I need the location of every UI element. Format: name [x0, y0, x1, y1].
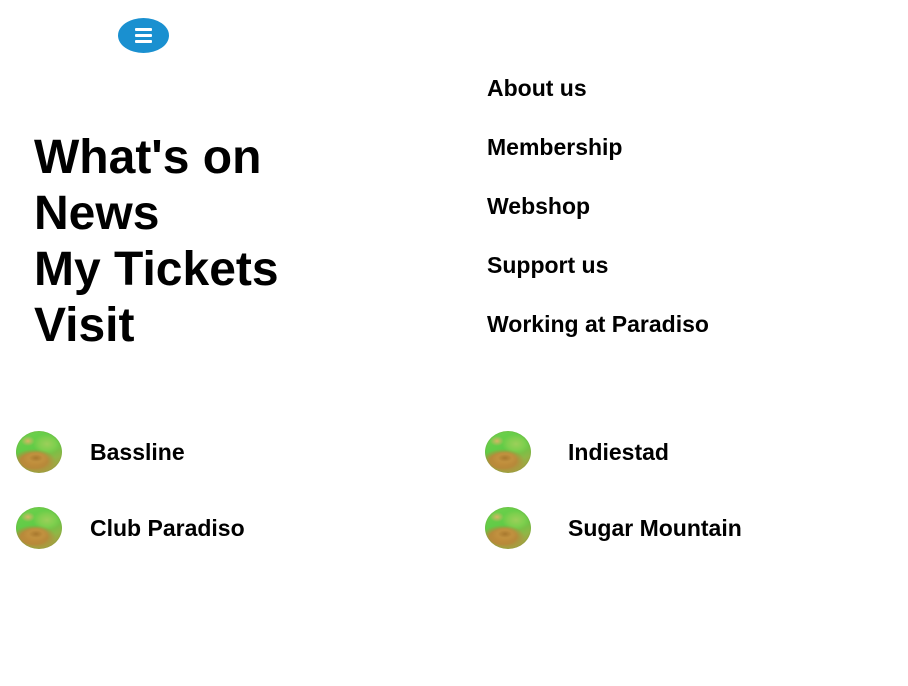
nav-link-about-us[interactable]: About us	[487, 71, 709, 106]
hamburger-menu-icon	[135, 28, 152, 43]
primary-nav-item: News	[34, 186, 279, 242]
primary-nav-item: Visit	[34, 298, 279, 354]
nav-link-working-at-paradiso[interactable]: Working at Paradiso	[487, 307, 709, 342]
nav-link-whats-on[interactable]: What's on	[34, 130, 279, 186]
programme-label: Sugar Mountain	[568, 514, 742, 541]
programme-link-indiestad[interactable]: Indiestad	[485, 431, 669, 473]
programme-thumbnail-icon	[485, 431, 531, 473]
nav-link-visit[interactable]: Visit	[34, 298, 279, 354]
primary-nav-item: What's on	[34, 130, 279, 186]
programme-label: Indiestad	[568, 438, 669, 465]
programme-label: Club Paradiso	[90, 514, 245, 541]
programme-thumbnail-icon	[16, 507, 62, 549]
programme-label: Bassline	[90, 438, 185, 465]
nav-link-membership[interactable]: Membership	[487, 130, 709, 165]
programme-link-sugar-mountain[interactable]: Sugar Mountain	[485, 507, 742, 549]
menu-toggle-button[interactable]	[118, 18, 169, 53]
programme-link-bassline[interactable]: Bassline	[16, 431, 185, 473]
secondary-navigation: About us Membership Webshop Support us W…	[487, 71, 709, 366]
nav-link-support-us[interactable]: Support us	[487, 248, 709, 283]
secondary-nav-item: Support us	[487, 248, 709, 283]
secondary-nav-item: Webshop	[487, 189, 709, 224]
secondary-nav-item: Working at Paradiso	[487, 307, 709, 342]
programme-thumbnail-icon	[485, 507, 531, 549]
secondary-nav-item: Membership	[487, 130, 709, 165]
nav-link-webshop[interactable]: Webshop	[487, 189, 709, 224]
nav-link-my-tickets[interactable]: My Tickets	[34, 242, 279, 298]
programme-link-club-paradiso[interactable]: Club Paradiso	[16, 507, 245, 549]
programme-thumbnail-icon	[16, 431, 62, 473]
secondary-nav-item: About us	[487, 71, 709, 106]
primary-nav-item: My Tickets	[34, 242, 279, 298]
nav-link-news[interactable]: News	[34, 186, 279, 242]
primary-navigation: What's on News My Tickets Visit	[34, 130, 279, 354]
